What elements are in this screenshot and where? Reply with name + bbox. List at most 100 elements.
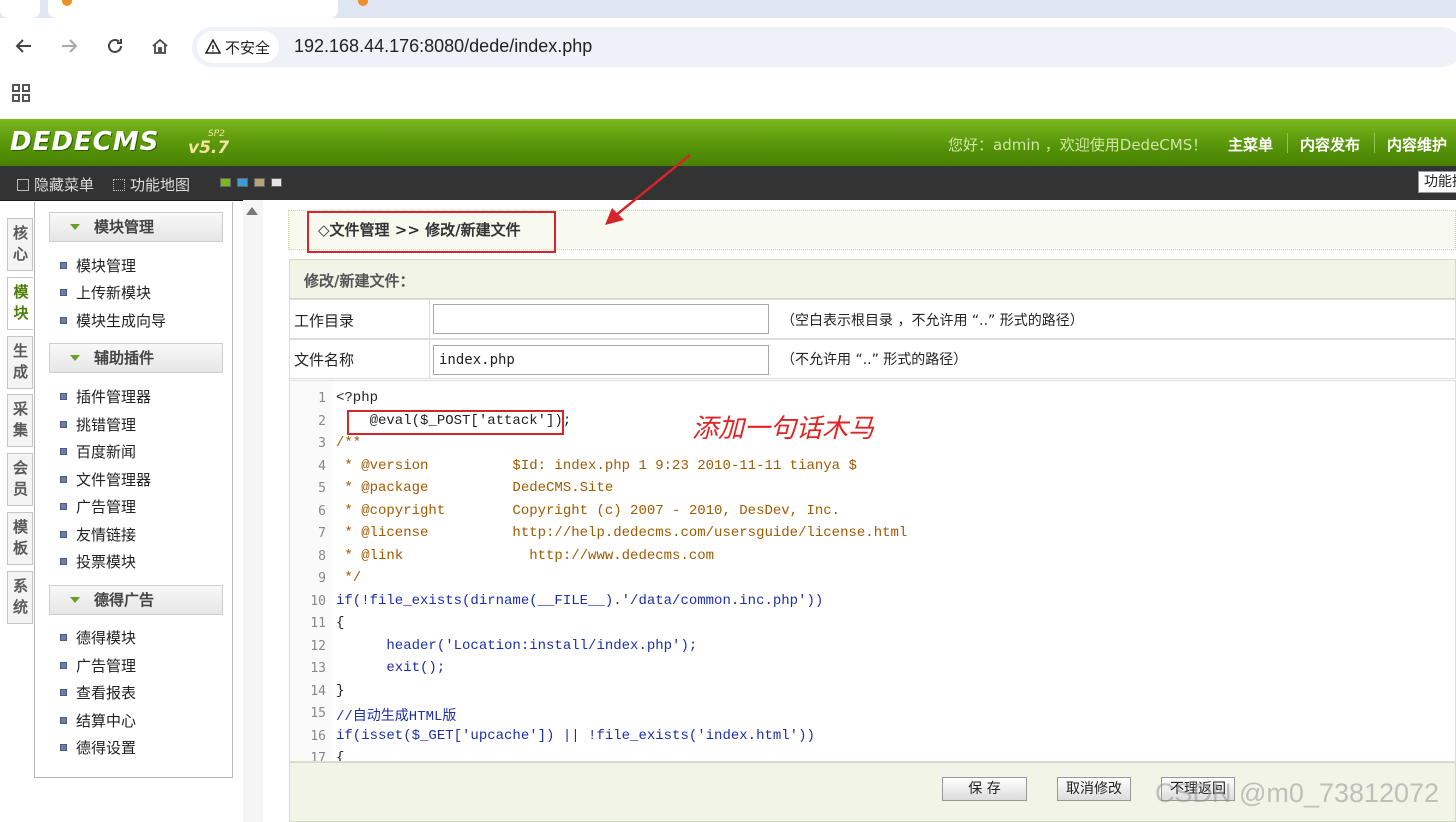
cms-toolbar bbox=[0, 166, 1456, 201]
bullet-icon bbox=[60, 262, 67, 269]
browser-tab-active[interactable] bbox=[48, 0, 338, 18]
hide-menu-link[interactable]: 隐藏菜单 bbox=[17, 174, 94, 195]
tab-member-label: 会员 bbox=[13, 459, 29, 498]
bullet-icon bbox=[60, 421, 67, 428]
code-line: /** bbox=[336, 435, 362, 451]
menu-item[interactable]: 投票模块 bbox=[60, 551, 136, 572]
menu-item-file-manager[interactable]: 文件管理器 bbox=[60, 469, 151, 490]
menu-item[interactable]: 模块管理 bbox=[60, 255, 136, 276]
menu-item-label: 文件管理器 bbox=[76, 471, 152, 489]
function-map-link[interactable]: 功能地图 bbox=[113, 174, 190, 195]
menu-item-label: 德得设置 bbox=[76, 739, 137, 757]
apps-grid-icon[interactable] bbox=[12, 84, 30, 102]
grid-icon bbox=[113, 178, 125, 191]
function-search-button[interactable]: 功能搜 bbox=[1418, 171, 1456, 193]
top-menu-publish[interactable]: 内容发布 bbox=[1300, 134, 1360, 155]
tab-system[interactable]: 系统 bbox=[7, 571, 33, 624]
skin-brown-icon[interactable] bbox=[254, 178, 265, 187]
menu-item[interactable]: 挑错管理 bbox=[60, 414, 136, 435]
menu-item-label: 上传新模块 bbox=[76, 284, 152, 302]
menu-item[interactable]: 德得模块 bbox=[60, 627, 136, 648]
annotation-highlight-box bbox=[307, 211, 556, 253]
annotation-arrow-icon bbox=[605, 154, 691, 225]
browser-tab[interactable] bbox=[0, 0, 40, 18]
welcome-text: 您好：admin ，欢迎使用DedeCMS！ bbox=[948, 136, 1208, 154]
cancel-edit-button[interactable]: 取消修改 bbox=[1057, 777, 1131, 801]
collapse-arrow-icon bbox=[70, 355, 80, 361]
tab-template[interactable]: 模板 bbox=[7, 512, 33, 565]
security-chip[interactable]: 不安全 bbox=[197, 31, 279, 63]
line-number: 2 bbox=[318, 414, 326, 429]
menu-item-label: 友情链接 bbox=[76, 526, 137, 544]
group-title: 辅助插件 bbox=[94, 349, 155, 367]
tab-member[interactable]: 会员 bbox=[7, 453, 33, 506]
line-number: 3 bbox=[318, 436, 326, 451]
menu-item[interactable]: 百度新闻 bbox=[60, 441, 136, 462]
tab-template-label: 模板 bbox=[13, 518, 29, 557]
line-number: 16 bbox=[310, 729, 326, 744]
skin-blue-icon[interactable] bbox=[237, 178, 248, 187]
home-icon[interactable] bbox=[146, 32, 174, 60]
line-number: 8 bbox=[318, 549, 326, 564]
save-button[interactable]: 保 存 bbox=[942, 777, 1027, 801]
code-line: * @package DedeCMS.Site bbox=[336, 480, 614, 496]
frame-scrollbar[interactable] bbox=[243, 200, 263, 822]
code-line: header('Location:install/index.php'); bbox=[336, 638, 698, 654]
line-number: 1 bbox=[318, 391, 326, 406]
top-menu-main[interactable]: 主菜单 bbox=[1228, 134, 1273, 155]
code-line: { bbox=[336, 615, 345, 631]
bullet-icon bbox=[60, 476, 67, 483]
menu-item-label: 查看报表 bbox=[76, 684, 137, 702]
code-line: exit(); bbox=[336, 660, 446, 676]
code-line: * @license http://help.dedecms.com/users… bbox=[336, 525, 908, 541]
group-header-plugins[interactable]: 辅助插件 bbox=[49, 343, 223, 373]
group-title: 德得广告 bbox=[94, 591, 155, 609]
dedecms-logo: DEDECMS bbox=[10, 127, 160, 157]
menu-item[interactable]: 友情链接 bbox=[60, 524, 136, 545]
line-number: 9 bbox=[318, 571, 326, 586]
code-line: <?php bbox=[336, 390, 379, 406]
url-text[interactable]: 192.168.44.176:8080/dede/index.php bbox=[294, 36, 592, 57]
bullet-icon bbox=[60, 393, 67, 400]
logo-version: v5.7 bbox=[188, 138, 230, 158]
skin-gray-icon[interactable] bbox=[271, 178, 282, 187]
menu-item-label: 挑错管理 bbox=[76, 416, 137, 434]
top-menu-maintain[interactable]: 内容维护 bbox=[1387, 134, 1447, 155]
line-number: 14 bbox=[310, 684, 326, 699]
menu-item[interactable]: 结算中心 bbox=[60, 710, 136, 731]
bullet-icon bbox=[60, 558, 67, 565]
skin-green-icon[interactable] bbox=[220, 178, 231, 187]
watermark: CSDN @m0_73812072 bbox=[1155, 778, 1440, 808]
menu-item-label: 广告管理 bbox=[76, 498, 137, 516]
group-header-module-manage[interactable]: 模块管理 bbox=[49, 212, 223, 242]
bullet-icon bbox=[60, 531, 67, 538]
tab-generate[interactable]: 生成 bbox=[7, 336, 33, 389]
reload-icon[interactable] bbox=[101, 32, 129, 60]
scroll-up-arrow-icon[interactable] bbox=[246, 207, 258, 215]
menu-item[interactable]: 上传新模块 bbox=[60, 282, 151, 303]
menu-item-label: 插件管理器 bbox=[76, 388, 152, 406]
group-header-dede-ads[interactable]: 德得广告 bbox=[49, 585, 223, 615]
menu-item[interactable]: 模块生成向导 bbox=[60, 310, 166, 331]
favicon-icon bbox=[62, 0, 72, 6]
bullet-icon bbox=[60, 744, 67, 751]
line-number: 13 bbox=[310, 661, 326, 676]
tab-core[interactable]: 核心 bbox=[7, 218, 33, 271]
code-line: if(!file_exists(dirname(__FILE__).'/data… bbox=[336, 593, 824, 609]
panel-icon bbox=[17, 178, 29, 191]
workdir-input[interactable] bbox=[433, 304, 769, 334]
menu-item[interactable]: 广告管理 bbox=[60, 496, 136, 517]
menu-item[interactable]: 插件管理器 bbox=[60, 386, 151, 407]
tab-collect[interactable]: 采集 bbox=[7, 394, 33, 447]
menu-item[interactable]: 查看报表 bbox=[60, 682, 136, 703]
annotation-highlight-box bbox=[347, 410, 564, 435]
tab-module[interactable]: 模块 bbox=[7, 277, 33, 330]
forward-arrow-icon[interactable] bbox=[55, 32, 83, 60]
code-line: */ bbox=[336, 570, 362, 586]
back-arrow-icon[interactable] bbox=[10, 32, 38, 60]
filename-input[interactable]: index.php bbox=[433, 345, 769, 375]
menu-item[interactable]: 德得设置 bbox=[60, 737, 136, 758]
menu-item[interactable]: 广告管理 bbox=[60, 655, 136, 676]
code-line: * @link http://www.dedecms.com bbox=[336, 548, 715, 564]
bullet-icon bbox=[60, 634, 67, 641]
